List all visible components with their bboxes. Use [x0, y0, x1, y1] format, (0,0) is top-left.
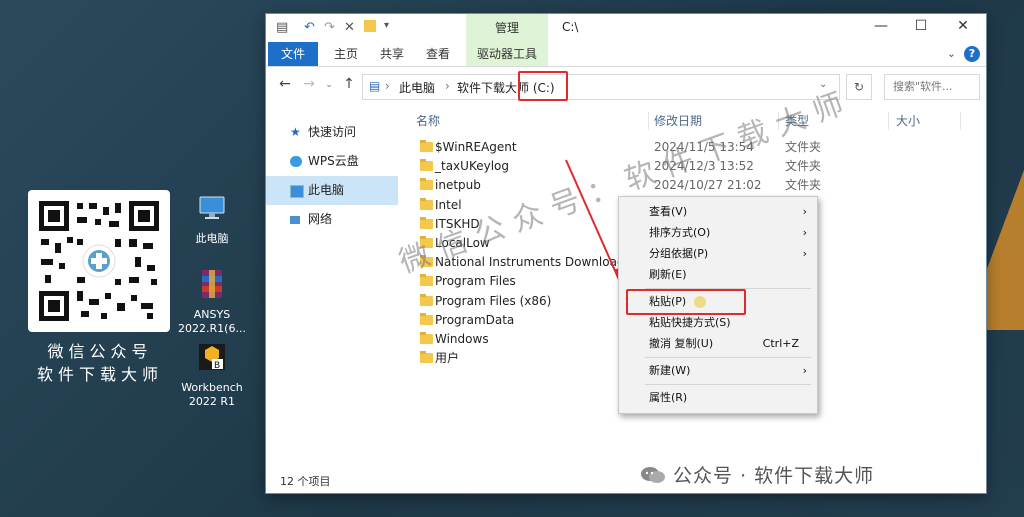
red-arrow-annotation [565, 159, 626, 290]
menu-item-new[interactable]: 新建(W) › [619, 361, 817, 381]
menu-item-sort-by[interactable]: 排序方式(O) › [619, 223, 817, 243]
menu-item-paste-shortcut[interactable]: 粘贴快捷方式(S) [619, 313, 817, 333]
menu-item-undo-copy[interactable]: 撤消 复制(U) Ctrl+Z [619, 334, 817, 354]
menu-item-group-by[interactable]: 分组依据(P) › [619, 244, 817, 264]
bottom-watermark-text: 公众号 · 软件下载大师 [673, 465, 875, 487]
chevron-right-icon: › [802, 205, 807, 218]
menu-separator [645, 357, 811, 358]
menu-item-view[interactable]: 查看(V) › [619, 202, 817, 222]
menu-item-properties[interactable]: 属性(R) [619, 388, 817, 408]
chevron-right-icon: › [802, 247, 807, 260]
paste-highlight-box [626, 289, 746, 315]
chevron-right-icon: › [802, 226, 807, 239]
menu-separator [645, 384, 811, 385]
bottom-watermark: 公众号 · 软件下载大师 [640, 461, 874, 488]
chevron-right-icon: › [802, 364, 807, 377]
wechat-icon [641, 467, 665, 483]
mouse-cursor-icon [694, 296, 706, 308]
menu-item-refresh[interactable]: 刷新(E) [619, 265, 817, 285]
